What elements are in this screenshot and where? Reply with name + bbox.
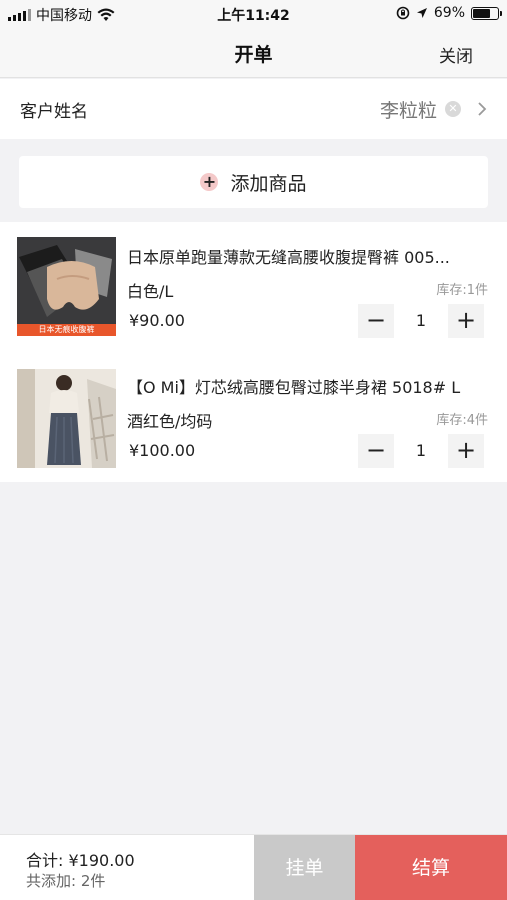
status-bar: 中国移动 上午11:42 69% (0, 0, 507, 28)
product-spec: 白色/L (127, 282, 174, 301)
product-thumbnail: 日本无痕收腹裤 (17, 237, 116, 336)
product-item[interactable]: 日本无痕收腹裤 日本原单跑量薄款无缝高腰收腹提臀裤 005... 白色/L 库存… (0, 222, 507, 352)
increment-button[interactable]: + (448, 304, 484, 338)
decrement-button[interactable]: − (358, 304, 394, 338)
plus-circle-icon: + (200, 173, 219, 191)
order-total: 合计: ¥190.00 (26, 851, 135, 870)
location-icon (416, 8, 427, 18)
battery-percent: 69% (433, 5, 465, 21)
battery-icon (471, 6, 502, 20)
product-stock: 库存:4件 (436, 413, 488, 428)
battery-fill (473, 8, 490, 18)
product-list: 日本无痕收腹裤 日本原单跑量薄款无缝高腰收腹提臀裤 005... 白色/L 库存… (0, 222, 507, 482)
quantity-value[interactable]: 1 (394, 434, 448, 468)
page-title: 开单 (234, 44, 273, 66)
status-right: 69% (396, 5, 502, 21)
product-thumbnail-image (17, 237, 116, 336)
add-product-label: 添加商品 (230, 172, 307, 195)
product-title: 日本原单跑量薄款无缝高腰收腹提臀裤 005... (127, 248, 450, 267)
customer-name-value[interactable]: 李粒粒 (380, 96, 437, 123)
hold-order-button[interactable]: 挂单 (254, 835, 355, 900)
customer-row[interactable]: 客户姓名 李粒粒 ✕ (0, 79, 507, 139)
increment-button[interactable]: + (448, 434, 484, 468)
product-price: ¥90.00 (129, 311, 185, 330)
quantity-stepper: − 1 + (358, 434, 484, 468)
quantity-stepper: − 1 + (358, 304, 484, 338)
checkout-bar: 合计: ¥190.00 共添加: 2件 挂单 结算 (0, 834, 507, 900)
customer-label: 客户姓名 (20, 101, 88, 122)
product-thumbnail (17, 369, 116, 468)
thumbnail-caption: 日本无痕收腹裤 (38, 325, 95, 334)
product-thumbnail-image (17, 369, 116, 468)
decrement-button[interactable]: − (358, 434, 394, 468)
product-stock: 库存:1件 (436, 283, 488, 298)
close-button[interactable]: 关闭 (439, 42, 473, 67)
item-count: 共添加: 2件 (26, 872, 106, 890)
product-title: 【O Mi】灯芯绒高腰包臀过膝半身裙 5018# L (127, 378, 461, 397)
nav-bar: 开单 关闭 (0, 28, 507, 78)
clear-icon[interactable]: ✕ (445, 101, 461, 117)
product-spec: 酒红色/均码 (127, 412, 213, 431)
quantity-value[interactable]: 1 (394, 304, 448, 338)
product-item[interactable]: 【O Mi】灯芯绒高腰包臀过膝半身裙 5018# L 酒红色/均码 库存:4件 … (0, 352, 507, 482)
rotation-lock-icon (396, 6, 410, 20)
checkout-button[interactable]: 结算 (355, 835, 507, 900)
product-price: ¥100.00 (129, 441, 196, 460)
add-product-button[interactable]: + 添加商品 (19, 156, 488, 208)
chevron-right-icon[interactable] (475, 99, 489, 119)
